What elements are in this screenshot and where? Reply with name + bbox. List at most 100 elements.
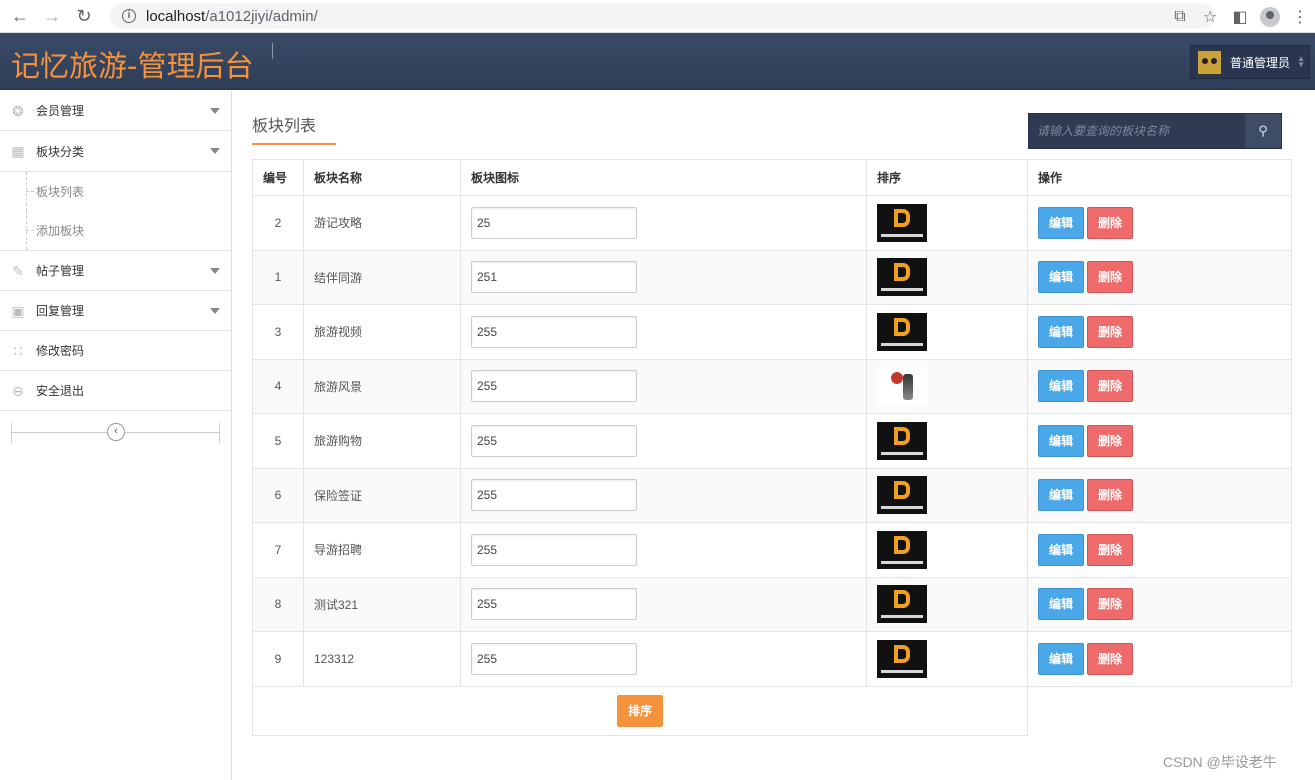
delete-button[interactable]: 删除 [1087, 315, 1133, 348]
sidebar-item-categories[interactable]: ▦ 板块分类 [0, 131, 231, 171]
sort-input[interactable] [471, 479, 637, 512]
cell-sort-value [460, 304, 867, 360]
caret-down-icon [210, 148, 220, 154]
sort-button[interactable]: 排序 [617, 695, 663, 727]
sidebar-item-replies[interactable]: ▣ 回复管理 [0, 291, 231, 331]
edit-button[interactable]: 编辑 [1038, 206, 1084, 239]
col-header-actions: 操作 [1027, 159, 1292, 196]
edit-button[interactable]: 编辑 [1038, 588, 1084, 621]
sidebar-item-posts[interactable]: ✎ 帖子管理 [0, 251, 231, 291]
brand-logo-icon [877, 639, 927, 678]
table-row: 1结伴同游 编辑删除 [252, 249, 1292, 305]
edit-button[interactable]: 编辑 [1038, 370, 1084, 403]
search-icon[interactable]: ⚲ [1245, 114, 1281, 148]
cell-actions: 编辑 删除 [1027, 467, 1292, 523]
brand-logo-icon [877, 530, 927, 569]
sidebar-item-label: 会员管理 [36, 104, 85, 118]
sidebar-item-members[interactable]: ❂ 会员管理 [0, 91, 231, 131]
sort-input[interactable] [471, 370, 637, 403]
site-info-icon[interactable]: i [122, 9, 136, 23]
reload-icon[interactable]: ↻ [72, 4, 96, 28]
share-icon[interactable]: ⧉ [1165, 8, 1195, 26]
sort-input[interactable] [471, 261, 637, 294]
user-menu[interactable]: 普通管理员 ▲ ▼ [1190, 45, 1310, 79]
user-avatar [1197, 49, 1222, 75]
minus-circle-icon: ⊖ [12, 382, 24, 399]
cell-name: 旅游购物 [303, 413, 461, 469]
cell-icon [866, 195, 1028, 251]
menu-dots-icon[interactable]: ⋮ [1285, 7, 1315, 27]
brand-divider [272, 43, 273, 59]
cell-sort-value [460, 413, 867, 469]
edit-button[interactable]: 编辑 [1038, 533, 1084, 566]
table-row: 5旅游购物 编辑删除 [252, 413, 1292, 469]
delete-button[interactable]: 删除 [1087, 261, 1133, 294]
cell-id: 5 [252, 413, 304, 469]
delete-button[interactable]: 删除 [1087, 424, 1133, 457]
collapse-chevron-icon[interactable]: ‹ [107, 423, 125, 441]
url-path: /a1012jiyi/admin/ [205, 7, 318, 25]
sidepanel-icon[interactable]: ◧ [1225, 7, 1255, 27]
sort-input[interactable] [471, 642, 637, 675]
sidebar-collapse-row: ‹ [0, 411, 231, 451]
cell-sort-value [460, 358, 867, 414]
sort-input[interactable] [471, 588, 637, 621]
caret-down-icon [210, 108, 220, 114]
edit-button[interactable]: 编辑 [1038, 479, 1084, 512]
sort-input[interactable] [471, 533, 637, 566]
cell-actions: 编辑 删除 [1027, 522, 1292, 578]
cell-actions: 编辑 删除 [1027, 304, 1292, 360]
page-title: 板块列表 [252, 112, 336, 145]
sort-input[interactable] [471, 206, 637, 239]
lifebuoy-icon: ❂ [12, 102, 24, 119]
cell-id: 4 [252, 358, 304, 414]
star-icon[interactable]: ☆ [1195, 7, 1225, 27]
cell-id: 3 [252, 304, 304, 360]
table-row: 7导游招聘 编辑删除 [252, 522, 1292, 578]
sidebar-item-logout[interactable]: ⊖ 安全退出 [0, 371, 231, 411]
category-table: 编号 板块名称 板块图标 排序 操作 2游记攻略编辑删除1结伴同游编辑删除3旅游… [252, 159, 1292, 687]
sidebar: ❂ 会员管理 ▦ 板块分类 板块列表 添加板块 ✎ 帖子管理 ▣ 回复管理 ∷ … [0, 91, 232, 780]
updown-caret-icon: ▲ ▼ [1297, 54, 1305, 69]
search-bar: ⚲ [1028, 113, 1282, 149]
cell-name: 游记攻略 [303, 195, 461, 251]
cell-id: 1 [252, 249, 304, 305]
cell-actions: 编辑 删除 [1027, 249, 1292, 305]
cell-name: 旅游风景 [303, 358, 461, 414]
brand-logo-icon [877, 585, 927, 624]
table-row: 2游记攻略 编辑删除 [252, 195, 1292, 251]
grid-icon: ∷ [13, 342, 23, 359]
cell-name: 123312 [303, 631, 461, 687]
cell-icon [866, 249, 1028, 305]
address-bar[interactable]: i localhost/a1012jiyi/admin/ [110, 3, 1215, 29]
caret-down-icon [210, 308, 220, 314]
sidebar-subitem-add[interactable]: 添加板块 [0, 211, 231, 250]
edit-button[interactable]: 编辑 [1038, 261, 1084, 294]
delete-button[interactable]: 删除 [1087, 588, 1133, 621]
edit-button[interactable]: 编辑 [1038, 424, 1084, 457]
cell-id: 2 [252, 195, 304, 251]
forward-icon[interactable]: → [40, 4, 64, 28]
sort-input[interactable] [471, 315, 637, 348]
back-icon[interactable]: ← [8, 4, 32, 28]
col-header-sort: 排序 [866, 159, 1028, 196]
cell-icon [866, 358, 1028, 414]
sidebar-item-label: 板块分类 [36, 144, 85, 159]
delete-button[interactable]: 删除 [1087, 642, 1133, 675]
col-header-icon: 板块图标 [460, 159, 867, 196]
delete-button[interactable]: 删除 [1087, 206, 1133, 239]
sort-input[interactable] [471, 424, 637, 457]
sidebar-item-password[interactable]: ∷ 修改密码 [0, 331, 231, 371]
delete-button[interactable]: 删除 [1087, 533, 1133, 566]
sidebar-submenu: 板块列表 添加板块 [0, 171, 231, 251]
cell-icon [866, 413, 1028, 469]
delete-button[interactable]: 删除 [1087, 479, 1133, 512]
delete-button[interactable]: 删除 [1087, 370, 1133, 403]
edit-button[interactable]: 编辑 [1038, 642, 1084, 675]
calligraphy-logo-icon [877, 367, 927, 406]
cell-sort-value [460, 576, 867, 632]
sidebar-subitem-list[interactable]: 板块列表 [0, 172, 231, 211]
profile-icon[interactable] [1260, 6, 1280, 27]
edit-button[interactable]: 编辑 [1038, 315, 1084, 348]
search-input[interactable] [1029, 114, 1245, 148]
